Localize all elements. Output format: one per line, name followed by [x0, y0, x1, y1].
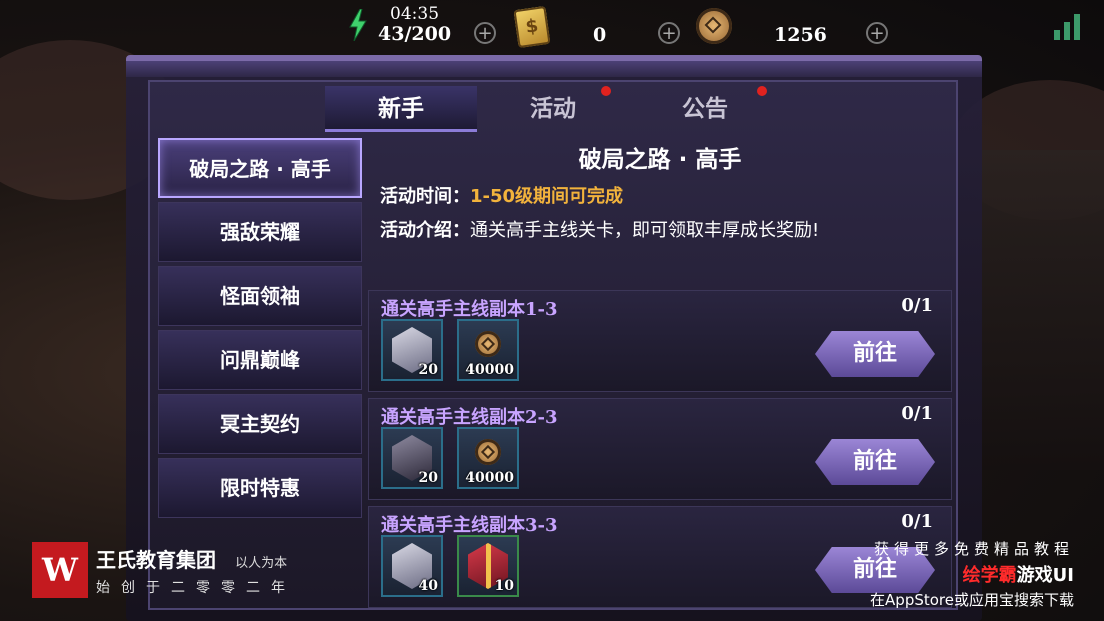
stamina-display: 04:35 43/200 [348, 6, 451, 44]
ticket-icon: $ [513, 5, 551, 49]
task-name: 通关高手主线副本3-3 [381, 515, 558, 536]
reward-coin[interactable]: 40000 [457, 319, 519, 381]
task-row: 通关高手主线副本2-3 0/1 20 40000 前往 [368, 398, 952, 500]
reward-count: 40000 [465, 362, 514, 378]
event-title: 破局之路 · 高手 [578, 147, 742, 173]
reward-count: 40000 [465, 470, 514, 486]
sidebar-item-rival-glory[interactable]: 强敌荣耀 [158, 202, 362, 262]
task-row: 通关高手主线副本1-3 0/1 20 40000 前往 [368, 290, 952, 392]
watermark-brand: W 王氏教育集团 以人为本 始创于二零零二年 [32, 540, 296, 600]
tab-label: 新手 [378, 96, 424, 122]
notification-dot [601, 86, 611, 96]
promo-white-text: 游戏UI [1016, 565, 1074, 586]
reward-count: 10 [494, 578, 514, 594]
task-progress: 0/1 [901, 295, 933, 316]
watermark-promo: 获得更多免费精品教程 绘学霸游戏UI 在AppStore或应用宝搜索下载 [870, 538, 1074, 610]
brand-motto: 以人为本 [235, 555, 288, 571]
event-time-row: 活动时间：1-50级期间可完成 [380, 182, 623, 208]
event-intro-row: 活动介绍：通关高手主线关卡，即可领取丰厚成长奖励! [380, 216, 819, 242]
tab-activity[interactable]: 活动 [477, 86, 629, 132]
coin-icon [696, 8, 732, 44]
tab-newbie[interactable]: 新手 [325, 86, 477, 132]
event-intro-label: 活动介绍： [380, 220, 470, 241]
sidebar-item-mask-leader[interactable]: 怪面领袖 [158, 266, 362, 326]
promo-download: 在AppStore或应用宝搜索下载 [870, 591, 1074, 609]
coin-icon [475, 331, 501, 357]
reward-gift[interactable]: 10 [457, 535, 519, 597]
reward-hero-shard[interactable]: 40 [381, 535, 443, 597]
sidebar-item-underworld-pact[interactable]: 冥主契约 [158, 394, 362, 454]
stamina-timer: 04:35 [390, 4, 440, 24]
add-coin-button[interactable]: + [866, 22, 888, 44]
reward-hero-shard[interactable]: 20 [381, 319, 443, 381]
coin-icon [475, 439, 501, 465]
tab-label: 公告 [682, 96, 728, 122]
task-name: 通关高手主线副本2-3 [381, 407, 558, 428]
top-status-bar: 04:35 43/200 + $ 0 + 1256 + [0, 0, 1104, 62]
ticket-value: 0 [593, 24, 607, 46]
event-intro-value: 通关高手主线关卡，即可领取丰厚成长奖励! [470, 220, 820, 241]
sidebar-item-summit[interactable]: 问鼎巅峰 [158, 330, 362, 390]
sidebar-item-breakthrough[interactable]: 破局之路 · 高手 [158, 138, 362, 198]
promo-brand: 绘学霸游戏UI [870, 561, 1074, 587]
go-button[interactable]: 前往 [815, 331, 935, 377]
reward-count: 20 [418, 470, 438, 486]
tab-label: 活动 [530, 96, 576, 122]
promo-red-text: 绘学霸 [962, 565, 1017, 586]
task-row: 通关高手主线副本3-3 0/1 40 10 前往 [368, 506, 952, 608]
reward-hero-shard[interactable]: 20 [381, 427, 443, 489]
brand-subtitle: 始创于二零零二年 [96, 579, 296, 596]
add-stamina-button[interactable]: + [474, 22, 496, 44]
sidebar-item-limited-offer[interactable]: 限时特惠 [158, 458, 362, 518]
reward-coin[interactable]: 40000 [457, 427, 519, 489]
event-time-label: 活动时间： [380, 186, 470, 207]
brand-name: 王氏教育集团 [96, 547, 216, 572]
stamina-bolt-icon [349, 9, 367, 41]
reward-count: 40 [418, 578, 438, 594]
go-button[interactable]: 前往 [815, 439, 935, 485]
notification-dot [757, 86, 767, 96]
promo-line: 获得更多免费精品教程 [873, 540, 1074, 558]
tab-bar: 新手 活动 公告 [325, 86, 781, 132]
tab-announcement[interactable]: 公告 [629, 86, 781, 132]
add-ticket-button[interactable]: + [658, 22, 680, 44]
task-progress: 0/1 [901, 511, 933, 532]
event-time-value: 1-50级期间可完成 [470, 186, 624, 207]
stamina-value: 43/200 [378, 23, 452, 45]
reward-count: 20 [418, 362, 438, 378]
signal-icon [1054, 12, 1086, 40]
brand-logo: W [32, 542, 88, 598]
task-list[interactable]: 通关高手主线副本1-3 0/1 20 40000 前往 通关高手主线副本2-3 … [368, 290, 952, 614]
coin-value: 1256 [774, 24, 827, 46]
task-progress: 0/1 [901, 403, 933, 424]
task-name: 通关高手主线副本1-3 [381, 299, 558, 320]
sidebar: 破局之路 · 高手 强敌荣耀 怪面领袖 问鼎巅峰 冥主契约 限时特惠 [158, 138, 364, 522]
